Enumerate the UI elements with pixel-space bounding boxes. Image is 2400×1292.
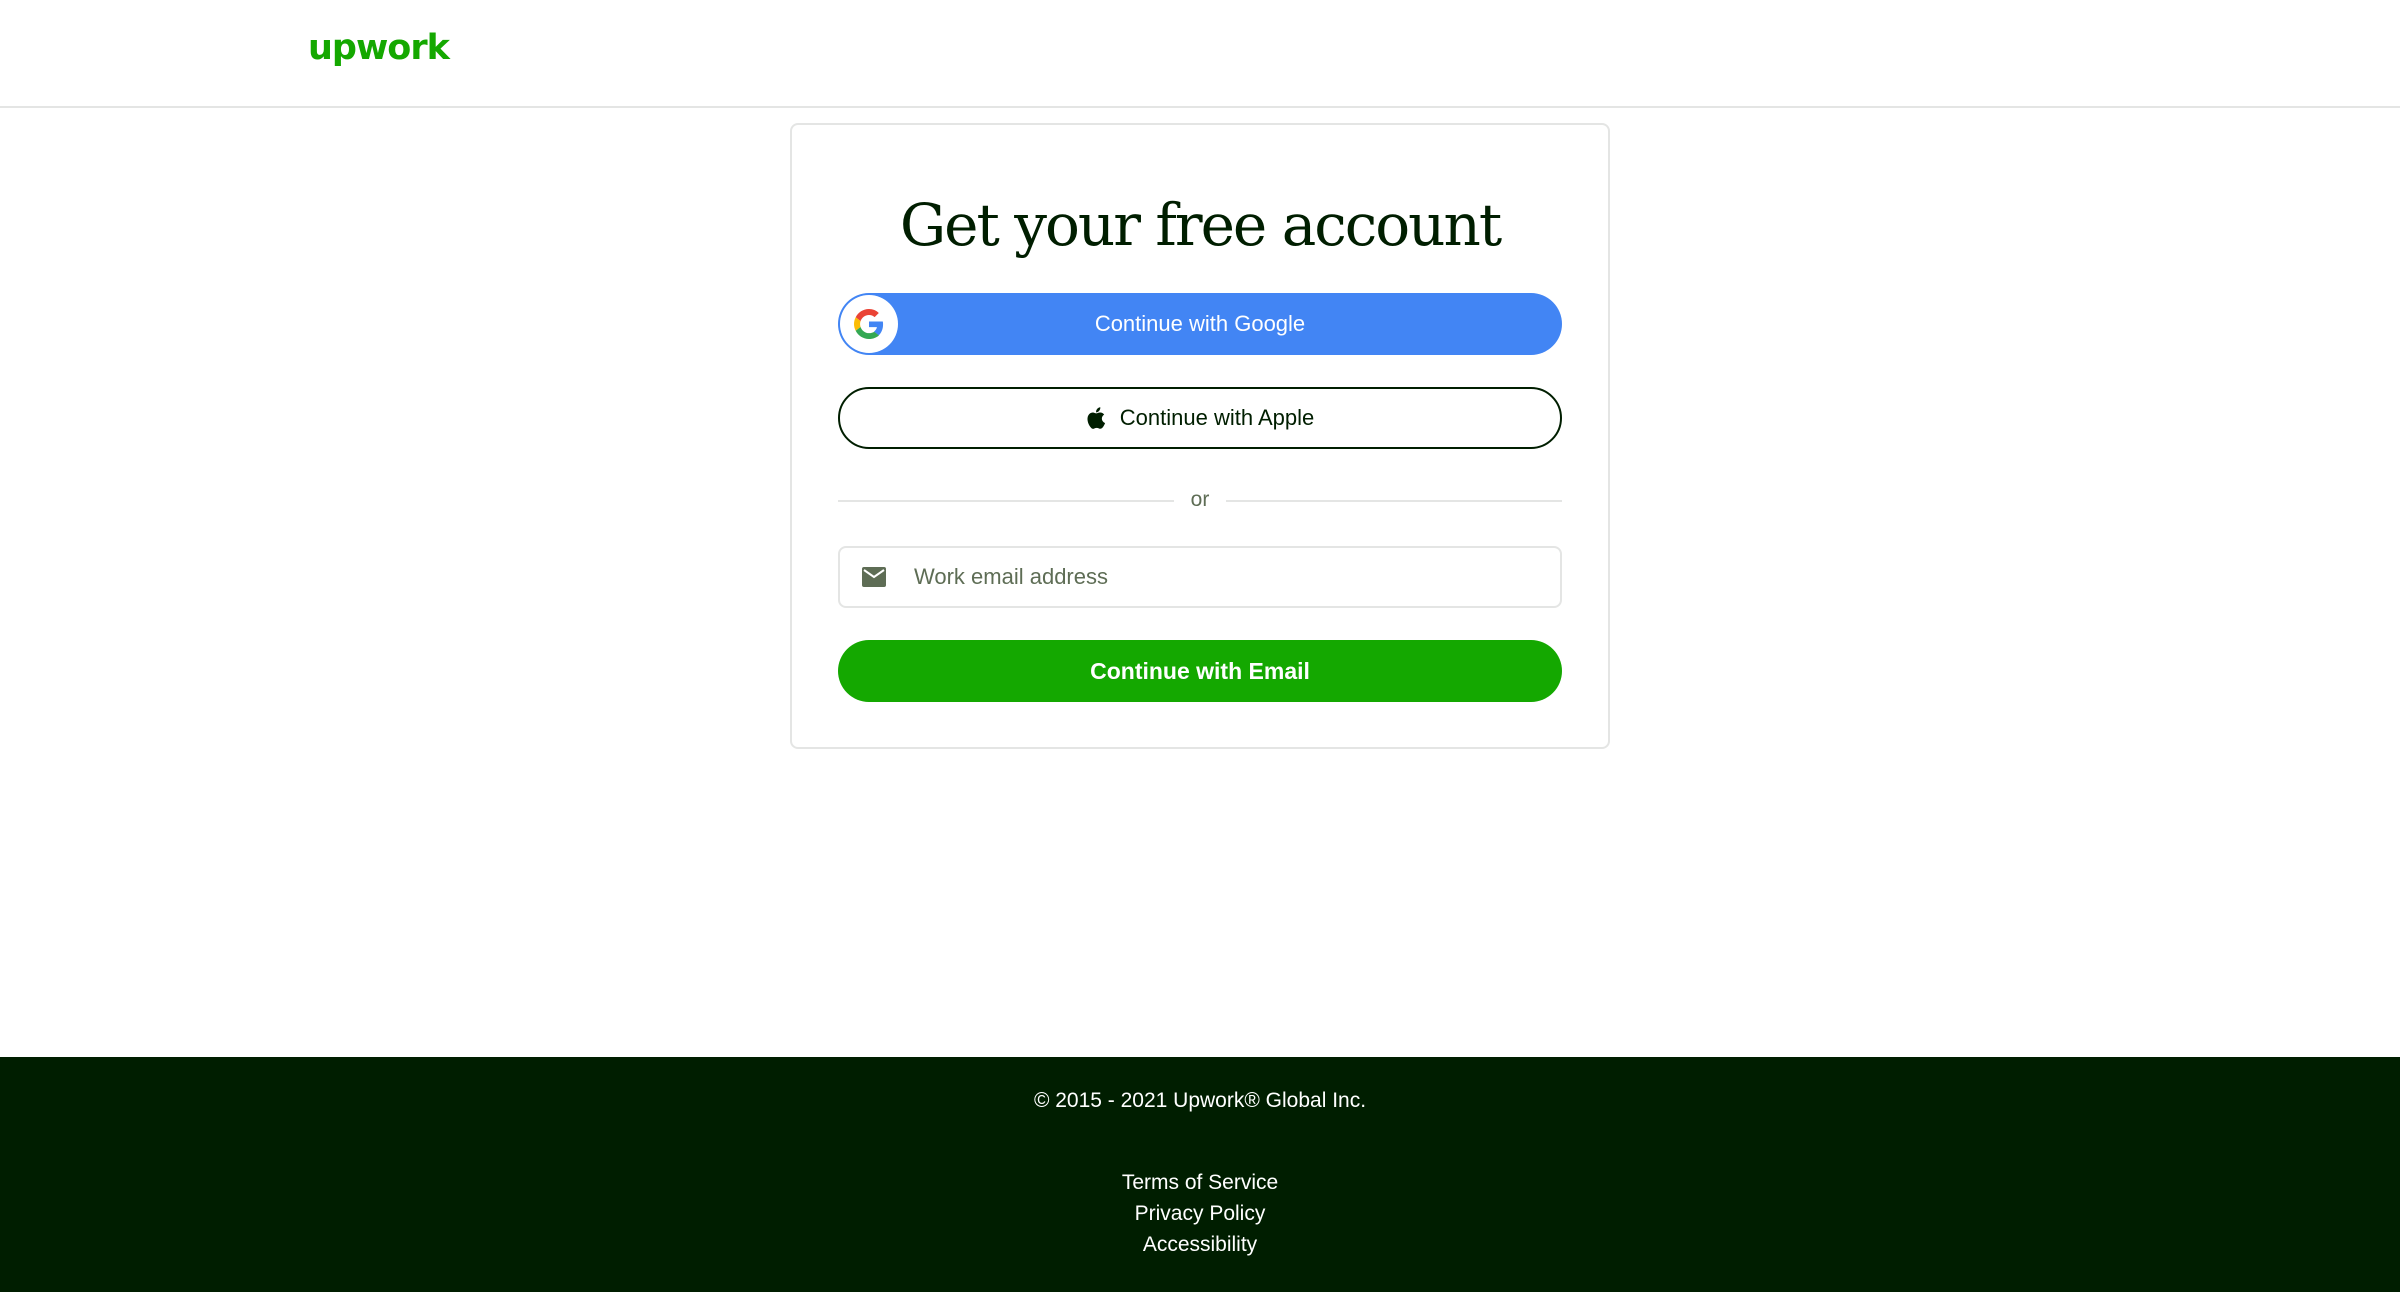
accessibility-link[interactable]: Accessibility xyxy=(0,1229,2400,1260)
apple-icon xyxy=(1086,407,1106,429)
google-button-label: Continue with Google xyxy=(1094,311,1306,336)
signup-card: Get your free account Continue with Goog… xyxy=(790,123,1610,749)
email-input[interactable] xyxy=(914,558,1534,596)
footer-links: Terms of Service Privacy Policy Accessib… xyxy=(0,1167,2400,1260)
divider-line-right xyxy=(1226,500,1562,502)
email-field[interactable] xyxy=(838,546,1562,608)
terms-of-service-link[interactable]: Terms of Service xyxy=(0,1167,2400,1198)
continue-with-email-button[interactable]: Continue with Email xyxy=(838,640,1562,702)
mail-icon xyxy=(862,567,886,592)
site-footer: © 2015 - 2021 Upwork® Global Inc. Terms … xyxy=(0,1057,2400,1292)
google-g-icon xyxy=(840,295,898,353)
continue-with-apple-button[interactable]: Continue with Apple xyxy=(838,387,1562,449)
apple-button-label: Continue with Apple xyxy=(1119,405,1315,430)
page-title: Get your free account xyxy=(899,191,1502,259)
continue-with-google-button[interactable]: Continue with Google xyxy=(838,293,1562,355)
privacy-policy-link[interactable]: Privacy Policy xyxy=(0,1198,2400,1229)
upwork-logo[interactable]: upwork xyxy=(308,28,450,68)
or-divider: or xyxy=(838,485,1562,515)
copyright-text: © 2015 - 2021 Upwork® Global Inc. xyxy=(1033,1089,1367,1112)
site-header: upwork xyxy=(0,0,2400,108)
